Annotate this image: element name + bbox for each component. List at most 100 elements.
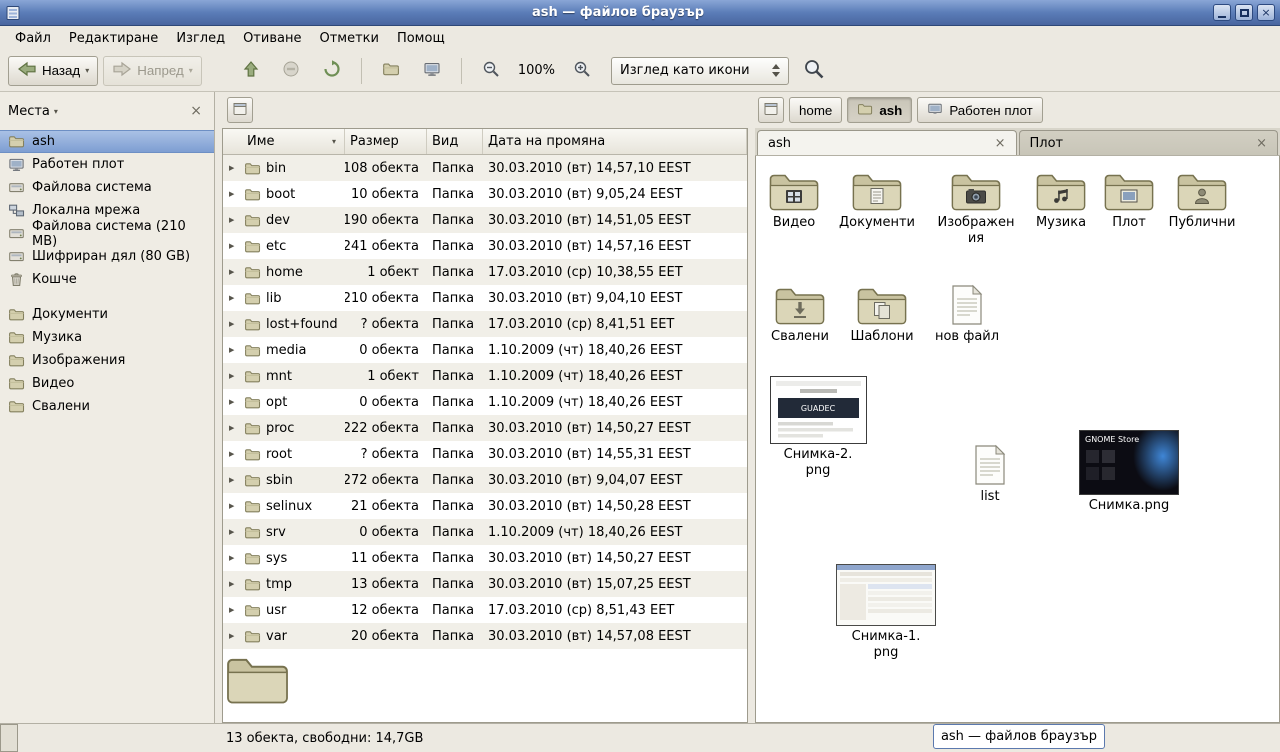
table-row-etc[interactable]: ▶ etc 241 обекта Папка 30.03.2010 (вт) 1… xyxy=(223,233,747,259)
expander-icon[interactable]: ▶ xyxy=(229,242,239,250)
icon-item-11[interactable]: GNOME Store Снимка.png xyxy=(1073,430,1185,514)
sidebar-item-7[interactable]: Документи xyxy=(0,303,214,326)
expander-icon[interactable]: ▶ xyxy=(229,450,239,458)
menu-file[interactable]: Файл xyxy=(6,28,60,49)
expander-icon[interactable]: ▶ xyxy=(229,580,239,588)
table-row-bin[interactable]: ▶ bin 108 обекта Папка 30.03.2010 (вт) 1… xyxy=(223,155,747,181)
resize-grip[interactable] xyxy=(0,724,18,752)
zoom-out-button[interactable] xyxy=(473,56,509,86)
expander-icon[interactable]: ▶ xyxy=(229,424,239,432)
search-button[interactable] xyxy=(794,56,834,86)
table-row-proc[interactable]: ▶ proc 222 обекта Папка 30.03.2010 (вт) … xyxy=(223,415,747,441)
tab-plot[interactable]: Плот × xyxy=(1019,130,1279,155)
icon-item-12[interactable]: Снимка-1. png xyxy=(830,564,942,660)
sidebar-item-11[interactable]: Свалени xyxy=(0,395,214,418)
pathbar-home-button[interactable]: home xyxy=(789,97,842,123)
places-header[interactable]: Места ▾ × xyxy=(0,92,214,130)
back-dropdown-caret-icon[interactable]: ▾ xyxy=(85,66,89,75)
table-row-lost+found[interactable]: ▶ lost+found ? обекта Папка 17.03.2010 (… xyxy=(223,311,747,337)
pane-splitter[interactable] xyxy=(215,92,222,723)
expander-icon[interactable]: ▶ xyxy=(229,216,239,224)
stop-button[interactable] xyxy=(273,56,309,86)
icon-item-5[interactable]: Публични xyxy=(1164,170,1240,231)
sidebar-item-1[interactable]: Работен плот xyxy=(0,153,214,176)
expander-icon[interactable]: ▶ xyxy=(229,294,239,302)
table-row-tmp[interactable]: ▶ tmp 13 обекта Папка 30.03.2010 (вт) 15… xyxy=(223,571,747,597)
tab-close-icon[interactable]: × xyxy=(1256,136,1267,151)
tab-close-icon[interactable]: × xyxy=(995,136,1006,151)
icon-item-6[interactable]: Свалени xyxy=(762,284,838,345)
icon-item-4[interactable]: Плот xyxy=(1091,170,1167,231)
sidebar-item-10[interactable]: Видео xyxy=(0,372,214,395)
up-button[interactable] xyxy=(234,56,268,86)
table-row-opt[interactable]: ▶ opt 0 обекта Папка 1.10.2009 (чт) 18,4… xyxy=(223,389,747,415)
expander-icon[interactable]: ▶ xyxy=(229,476,239,484)
table-row-mnt[interactable]: ▶ mnt 1 обект Папка 1.10.2009 (чт) 18,40… xyxy=(223,363,747,389)
sidebar-item-8[interactable]: Музика xyxy=(0,326,214,349)
table-row-selinux[interactable]: ▶ selinux 21 обекта Папка 30.03.2010 (вт… xyxy=(223,493,747,519)
home-button[interactable] xyxy=(373,56,409,86)
column-header-date[interactable]: Дата на промяна xyxy=(483,129,747,154)
menu-edit[interactable]: Редактиране xyxy=(60,28,167,49)
sidebar-item-9[interactable]: Изображения xyxy=(0,349,214,372)
expander-icon[interactable]: ▶ xyxy=(229,372,239,380)
table-row-usr[interactable]: ▶ usr 12 обекта Папка 17.03.2010 (ср) 8,… xyxy=(223,597,747,623)
table-row-sbin[interactable]: ▶ sbin 272 обекта Папка 30.03.2010 (вт) … xyxy=(223,467,747,493)
menu-go[interactable]: Отиване xyxy=(234,28,310,49)
table-row-media[interactable]: ▶ media 0 обекта Папка 1.10.2009 (чт) 18… xyxy=(223,337,747,363)
icon-item-7[interactable]: Шаблони xyxy=(844,284,920,345)
column-header-name[interactable]: Име ▾ xyxy=(223,129,345,154)
icon-item-3[interactable]: Музика xyxy=(1023,170,1099,231)
expander-icon[interactable]: ▶ xyxy=(229,190,239,198)
table-row-lib[interactable]: ▶ lib 210 обекта Папка 30.03.2010 (вт) 9… xyxy=(223,285,747,311)
menu-bookmarks[interactable]: Отметки xyxy=(310,28,387,49)
icon-item-1[interactable]: Документи xyxy=(839,170,915,231)
computer-button[interactable] xyxy=(414,56,450,86)
forward-button[interactable]: Напред ▾ xyxy=(103,56,202,86)
expander-icon[interactable]: ▶ xyxy=(229,554,239,562)
back-button[interactable]: Назад ▾ xyxy=(8,56,98,86)
icon-item-10[interactable]: list xyxy=(952,444,1028,505)
sidebar-close-icon[interactable]: × xyxy=(186,103,206,119)
pane-location-button[interactable] xyxy=(227,97,253,123)
pathbar-desktop-button[interactable]: Работен плот xyxy=(917,97,1042,123)
title-bar[interactable]: ash — файлов браузър × xyxy=(0,0,1280,26)
table-row-dev[interactable]: ▶ dev 190 обекта Папка 30.03.2010 (вт) 1… xyxy=(223,207,747,233)
expander-icon[interactable]: ▶ xyxy=(229,502,239,510)
minimize-button[interactable] xyxy=(1213,4,1231,21)
expander-icon[interactable]: ▶ xyxy=(229,398,239,406)
sidebar-item-2[interactable]: Файлова система xyxy=(0,176,214,199)
pane-splitter-2[interactable] xyxy=(748,92,755,723)
sidebar-item-5[interactable]: Шифриран дял (80 GB) xyxy=(0,245,214,268)
table-row-sys[interactable]: ▶ sys 11 обекта Папка 30.03.2010 (вт) 14… xyxy=(223,545,747,571)
view-mode-select[interactable]: Изглед като икони xyxy=(611,57,789,85)
expander-icon[interactable]: ▶ xyxy=(229,528,239,536)
table-row-srv[interactable]: ▶ srv 0 обекта Папка 1.10.2009 (чт) 18,4… xyxy=(223,519,747,545)
icon-item-9[interactable]: GUADEC Снимка-2. png xyxy=(762,376,874,478)
table-row-home[interactable]: ▶ home 1 обект Папка 17.03.2010 (ср) 10,… xyxy=(223,259,747,285)
column-header-type[interactable]: Вид xyxy=(427,129,483,154)
expander-icon[interactable]: ▶ xyxy=(229,606,239,614)
maximize-button[interactable] xyxy=(1235,4,1253,21)
expander-icon[interactable]: ▶ xyxy=(229,268,239,276)
pathbar-ash-button[interactable]: ash xyxy=(847,97,912,123)
column-header-size[interactable]: Размер xyxy=(345,129,427,154)
sidebar-item-4[interactable]: Файлова система (210 MB) xyxy=(0,222,214,245)
reload-button[interactable] xyxy=(314,56,350,86)
expander-icon[interactable]: ▶ xyxy=(229,320,239,328)
menu-view[interactable]: Изглед xyxy=(167,28,234,49)
expander-icon[interactable]: ▶ xyxy=(229,164,239,172)
icon-item-2[interactable]: Изображен ия xyxy=(936,170,1016,246)
icon-item-8[interactable]: нов файл xyxy=(929,284,1005,345)
tab-ash[interactable]: ash × xyxy=(757,130,1017,155)
table-row-boot[interactable]: ▶ boot 10 обекта Папка 30.03.2010 (вт) 9… xyxy=(223,181,747,207)
table-row-var[interactable]: ▶ var 20 обекта Папка 30.03.2010 (вт) 14… xyxy=(223,623,747,649)
table-row-root[interactable]: ▶ root ? обекта Папка 30.03.2010 (вт) 14… xyxy=(223,441,747,467)
icon-item-0[interactable]: Видео xyxy=(756,170,832,231)
close-button[interactable]: × xyxy=(1257,4,1275,21)
menu-help[interactable]: Помощ xyxy=(388,28,454,49)
expander-icon[interactable]: ▶ xyxy=(229,632,239,640)
expander-icon[interactable]: ▶ xyxy=(229,346,239,354)
sidebar-item-6[interactable]: Кошче xyxy=(0,268,214,291)
taskbar-window-button[interactable]: ash — файлов браузър xyxy=(933,724,1105,749)
